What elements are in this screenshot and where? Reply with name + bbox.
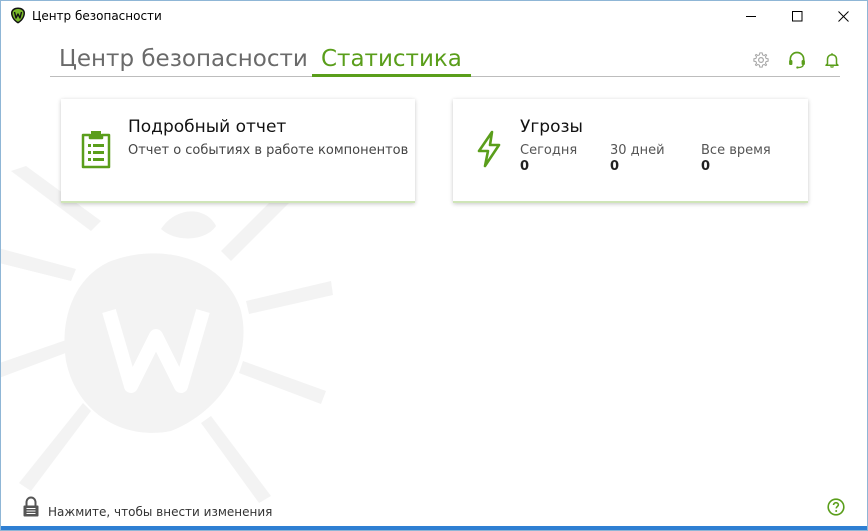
- maximize-icon: [791, 10, 802, 21]
- lock-icon[interactable]: [22, 496, 40, 518]
- window-title: Центр безопасности: [32, 9, 162, 23]
- report-card-title: Подробный отчет: [128, 117, 287, 137]
- support-headset-icon: [789, 51, 805, 69]
- app-window: Центр безопасности Центр безопасности Ст…: [0, 0, 868, 531]
- stat-30-days-label: 30 дней: [610, 143, 665, 158]
- title-bar: Центр безопасности: [1, 1, 867, 31]
- close-icon: [837, 10, 849, 22]
- close-button[interactable]: [820, 1, 866, 31]
- main-tabs: Центр безопасности Статистика: [50, 43, 840, 77]
- detailed-report-card[interactable]: Подробный отчет Отчет о событиях в работ…: [61, 99, 415, 203]
- stat-30-days: 30 дней 0: [610, 143, 665, 174]
- notifications-button[interactable]: [821, 49, 843, 71]
- help-icon[interactable]: [827, 498, 845, 516]
- threats-card[interactable]: Угрозы Сегодня 0 30 дней 0 Все время 0: [453, 99, 808, 203]
- stat-all-time-label: Все время: [701, 143, 771, 158]
- support-button[interactable]: [786, 49, 808, 71]
- stat-today-value: 0: [520, 159, 530, 174]
- stat-30-days-value: 0: [610, 159, 620, 174]
- lightning-icon: [477, 130, 501, 168]
- stat-all-time-value: 0: [701, 159, 711, 174]
- tab-security-center[interactable]: Центр безопасности: [50, 43, 317, 76]
- bell-icon: [825, 53, 839, 68]
- drweb-logo-icon: [11, 7, 25, 24]
- settings-button[interactable]: [750, 49, 772, 71]
- tab-statistics[interactable]: Статистика: [312, 43, 471, 77]
- unlock-changes-link[interactable]: Нажмите, чтобы внести изменения: [48, 505, 272, 519]
- maximize-button[interactable]: [774, 1, 820, 31]
- clipboard-icon: [81, 131, 111, 169]
- report-card-description: Отчет о событиях в работе компонентов: [128, 143, 409, 158]
- stat-today-label: Сегодня: [520, 143, 578, 158]
- taskbar-edge: [1, 526, 867, 530]
- stat-today: Сегодня 0: [520, 143, 577, 174]
- minimize-button[interactable]: [728, 1, 774, 31]
- stat-all-time: Все время 0: [701, 143, 771, 174]
- minimize-icon: [745, 15, 756, 17]
- gear-icon: [753, 52, 769, 68]
- threats-card-title: Угрозы: [520, 117, 583, 137]
